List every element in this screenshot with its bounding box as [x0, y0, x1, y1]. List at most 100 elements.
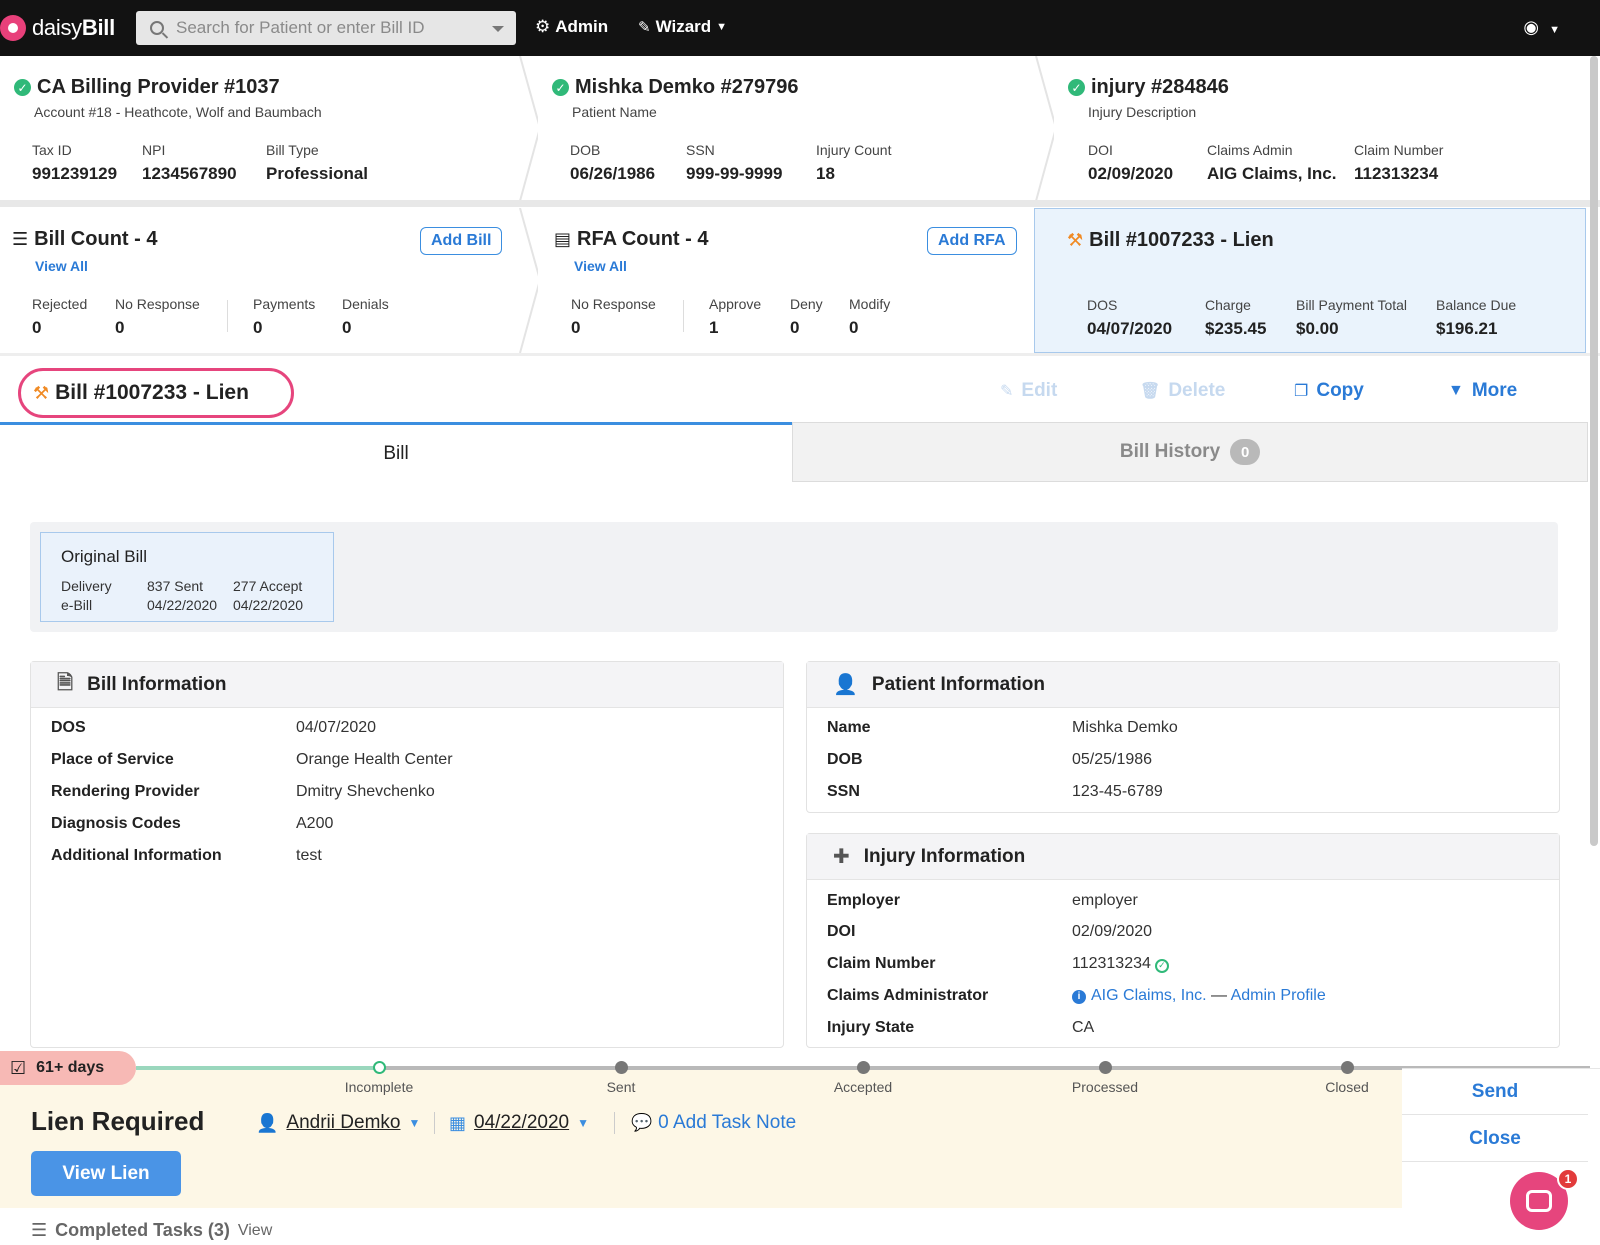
stage-label: Closed — [1325, 1079, 1369, 1095]
patient-subtitle: Patient Name — [572, 104, 657, 120]
delete-button[interactable]: 🗑 Delete — [1140, 380, 1225, 402]
copy-button[interactable]: ❐ Copy — [1294, 380, 1364, 402]
list-icon: ☰ — [12, 229, 29, 249]
comment-icon: 💬 — [631, 1113, 653, 1132]
check-circle-icon: ✓ — [14, 79, 31, 96]
injury-information-card: ✚ Injury Information Employer employer DOI… — [806, 833, 1560, 1048]
original-bill-card[interactable]: Original Bill Delivery e-Bill 837 Sent 04/… — [40, 532, 334, 622]
document-icon: ▤ — [554, 229, 572, 249]
search-dropdown-icon[interactable] — [492, 26, 504, 32]
tab-bill-history[interactable]: Bill History 0 — [792, 422, 1588, 482]
stage-dot-incomplete — [373, 1061, 386, 1074]
bill-count-title: Bill Count - 4 — [34, 228, 158, 250]
check-circle-icon: ✓ — [552, 79, 569, 96]
gavel-icon: ⚒ — [1067, 230, 1084, 250]
gavel-icon: ⚒ — [33, 382, 50, 403]
task-age-badge: ☑ 61+ days — [0, 1051, 136, 1085]
panel-divider — [0, 353, 1600, 356]
patient-information-title: Patient Information — [871, 673, 1046, 695]
send-button[interactable]: Send — [1402, 1069, 1588, 1115]
daisybill-logo[interactable]: daisyBill — [0, 14, 115, 42]
invoice-icon: 🗎 — [57, 671, 74, 694]
magic-wand-icon: ✎ — [638, 19, 651, 36]
chevron-down-icon: ▼ — [1549, 24, 1560, 36]
search-input[interactable] — [176, 18, 476, 38]
rfa-count-panel: ▤ RFA Count - 4 View All Add RFA No Respo… — [538, 208, 1038, 353]
progress-complete-segment — [136, 1066, 379, 1070]
bill-count-panel: ☰ Bill Count - 4 View All Add Bill Reject… — [0, 208, 522, 353]
add-task-note-button[interactable]: 💬 0 Add Task Note — [631, 1112, 796, 1134]
provider-title: CA Billing Provider #1037 — [37, 76, 280, 98]
user-circle-icon: ◉ — [1523, 17, 1540, 37]
rfa-stat: Deny 0 — [790, 296, 823, 337]
bills-view-all-link[interactable]: View All — [35, 258, 88, 274]
stage-label: Sent — [606, 1079, 636, 1095]
tab-history-label: Bill History — [1119, 441, 1221, 462]
calendar-icon: ▦ — [449, 1112, 467, 1133]
current-bill-field: Bill Payment Total $0.00 — [1296, 297, 1408, 338]
logo-text: daisyBill — [32, 15, 115, 40]
stage-dot-sent — [615, 1061, 628, 1074]
bill-heading-highlight: ⚒ Bill #1007233 - Lien — [18, 368, 294, 418]
page-scrollbar[interactable] — [1590, 56, 1598, 846]
edit-button[interactable]: ✎ Edit — [1000, 380, 1057, 402]
bill-versions-strip: Original Bill Delivery e-Bill 837 Sent 04/… — [30, 522, 1558, 632]
gear-icon: ⚙ — [535, 17, 551, 36]
current-bill-panel[interactable]: ⚒ Bill #1007233 - Lien DOS 04/07/2020 Char… — [1034, 208, 1586, 353]
task-assignee-dropdown[interactable]: 👤 Andrii Demko ▼ — [256, 1112, 420, 1134]
chevron-down-icon: ▼ — [716, 21, 728, 33]
panel-divider — [0, 200, 1600, 207]
wizard-menu[interactable]: ✎ Wizard ▼ — [638, 17, 727, 37]
add-rfa-button[interactable]: Add RFA — [927, 227, 1017, 255]
admin-profile-link[interactable]: Admin Profile — [1231, 987, 1326, 1004]
divider — [434, 1112, 435, 1134]
chat-notification-badge: 1 — [1557, 1168, 1579, 1190]
claims-admin-link[interactable]: AIG Claims, Inc. — [1091, 987, 1207, 1004]
rfa-stat: No Response 0 — [571, 296, 656, 337]
chevron-down-icon: ▼ — [408, 1116, 421, 1130]
search-box[interactable] — [136, 11, 516, 45]
more-button[interactable]: ▼ More — [1448, 380, 1517, 402]
close-button[interactable]: Close — [1402, 1116, 1588, 1162]
add-bill-button[interactable]: Add Bill — [420, 227, 503, 255]
provider-panel[interactable]: ✓ CA Billing Provider #1037 Account #18 -… — [0, 56, 522, 201]
info-icon[interactable]: i — [1072, 989, 1086, 1004]
patient-field: Injury Count 18 — [816, 142, 892, 183]
bill-stat: No Response 0 — [115, 296, 200, 337]
accept-info: 277 Accept 04/22/2020 — [233, 578, 304, 613]
provider-field: Bill Type Professional — [266, 142, 369, 183]
provider-field: NPI 1234567890 — [142, 142, 237, 183]
provider-field: Tax ID 991239129 — [32, 142, 118, 183]
stage-dot-closed — [1341, 1061, 1354, 1074]
task-due-date-dropdown[interactable]: ▦ 04/22/2020 ▼ — [449, 1112, 589, 1134]
history-count-badge: 0 — [1230, 439, 1261, 465]
bill-information-card: 🗎 Bill Information DOS 04/07/2020 Place of… — [30, 661, 784, 1048]
chevron-down-icon: ▼ — [577, 1116, 589, 1130]
original-bill-title: Original Bill — [61, 547, 147, 566]
doctor-icon: 👤 — [833, 674, 858, 696]
search-icon — [150, 21, 164, 35]
divider — [683, 300, 684, 332]
injury-subtitle: Injury Description — [1088, 104, 1197, 120]
rfa-stat: Modify 0 — [849, 296, 891, 337]
daisy-logo-icon — [0, 15, 26, 41]
top-nav: daisyBill ⚙ Admin ✎ Wizard ▼ ◉ ▼ — [0, 0, 1600, 56]
injury-panel[interactable]: ✓ injury #284846 Injury Description DOI 02… — [1054, 56, 1584, 201]
provider-account: Account #18 - Heathcote, Wolf and Baumba… — [34, 104, 322, 120]
completed-tasks-view-link[interactable]: View — [238, 1222, 272, 1240]
patient-panel[interactable]: ✓ Mishka Demko #279796 Patient Name DOB 06… — [538, 56, 1038, 201]
admin-menu[interactable]: ⚙ Admin — [535, 17, 608, 37]
user-menu[interactable]: ◉ ▼ — [1523, 17, 1560, 38]
rfa-view-all-link[interactable]: View All — [574, 258, 627, 274]
wizard-label: Wizard — [655, 17, 712, 36]
divider — [614, 1112, 615, 1134]
tab-bill[interactable]: Bill — [0, 422, 792, 482]
patient-information-card: 👤 Patient Information Name Mishka Demko DO… — [806, 661, 1560, 813]
copy-icon: ❐ — [1294, 383, 1309, 400]
person-icon: 👤 — [256, 1112, 279, 1133]
admin-label: Admin — [555, 17, 609, 36]
view-lien-button[interactable]: View Lien — [31, 1151, 181, 1196]
verified-check-icon: ✓ — [1154, 958, 1169, 973]
rfa-stat: Approve 1 — [709, 296, 762, 337]
chat-icon — [1526, 1190, 1552, 1212]
